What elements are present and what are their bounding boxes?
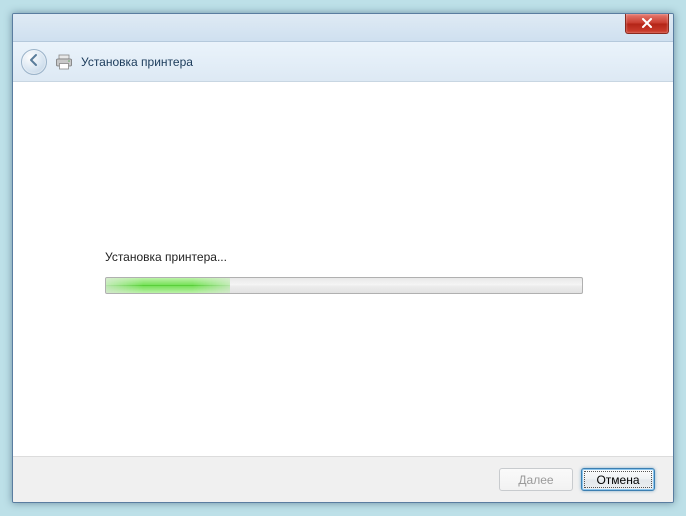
wizard-footer: Далее Отмена <box>13 456 673 502</box>
titlebar <box>13 14 673 42</box>
cancel-button-label: Отмена <box>596 473 639 487</box>
wizard-header: Установка принтера <box>13 42 673 82</box>
cancel-button[interactable]: Отмена <box>581 468 655 491</box>
close-icon <box>641 17 653 31</box>
status-text: Установка принтера... <box>105 250 227 264</box>
next-button: Далее <box>499 468 573 491</box>
progress-bar <box>105 277 583 294</box>
wizard-title: Установка принтера <box>81 55 193 69</box>
back-button[interactable] <box>21 49 47 75</box>
back-arrow-icon <box>27 53 41 70</box>
close-button[interactable] <box>625 14 669 34</box>
printer-icon <box>55 54 73 70</box>
next-button-label: Далее <box>518 473 553 487</box>
wizard-content: Установка принтера... <box>13 82 673 456</box>
progress-fill <box>106 278 230 293</box>
dialog-window: Установка принтера Установка принтера...… <box>12 13 674 503</box>
